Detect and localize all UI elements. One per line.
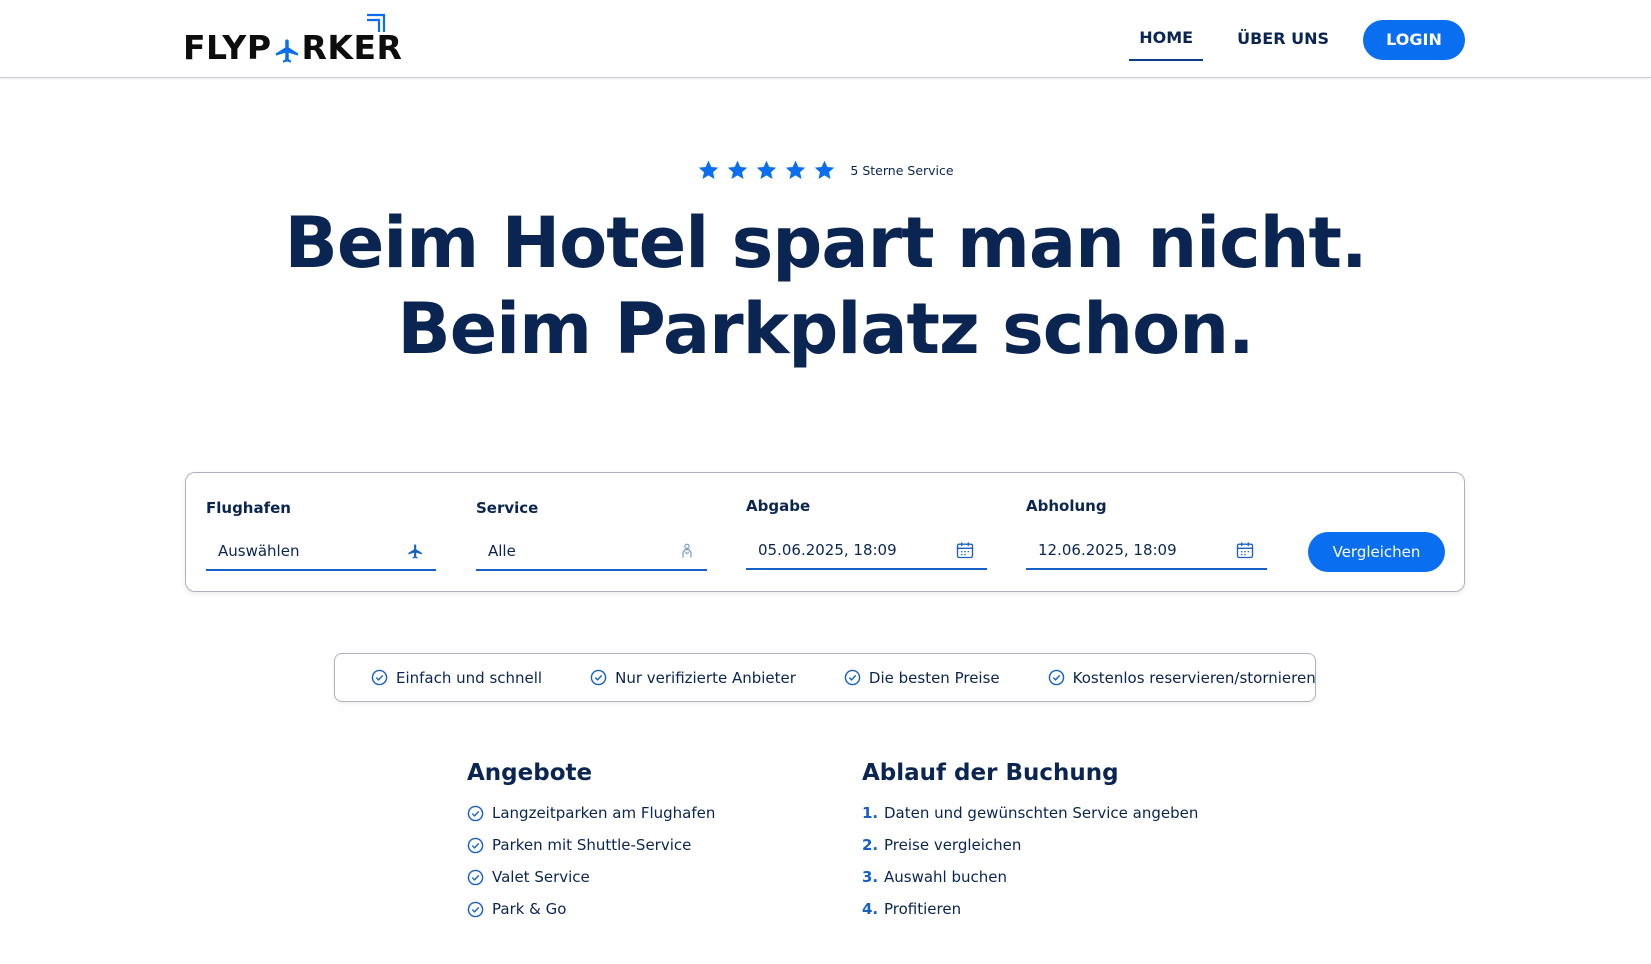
step-number: 3. (862, 868, 879, 886)
feature-bar: Einfach und schnell Nur verifizierte Anb… (334, 653, 1316, 702)
logo-text-start: FLYP (183, 28, 272, 67)
feature-label: Die besten Preise (868, 668, 1000, 687)
step-number: 2. (862, 836, 879, 854)
feature-item: Kostenlos reservieren/stornieren (1048, 669, 1316, 687)
rating: 5 Sterne Service (0, 159, 1651, 181)
list-item: 4. Profitieren (862, 893, 1198, 925)
pickup-label: Abholung (1026, 497, 1107, 515)
main-nav: HOME ÜBER UNS LOGIN (1105, 18, 1465, 61)
list-item: 1. Daten und gewünschten Service angeben (862, 797, 1198, 829)
feature-item: Einfach und schnell (371, 669, 542, 687)
feature-item: Die besten Preise (844, 669, 1000, 687)
offers-title: Angebote (467, 760, 593, 786)
check-circle-icon (467, 869, 484, 885)
offers-section: Angebote Langzeitparken am Flughafen Par… (467, 760, 715, 925)
pickup-value: 12.06.2025, 18:09 (1038, 541, 1177, 559)
process-steps: 1. Daten und gewünschten Service angeben… (862, 797, 1198, 925)
dropoff-value: 05.06.2025, 18:09 (758, 541, 897, 559)
nav-about[interactable]: ÜBER UNS (1227, 19, 1339, 60)
service-value: Alle (488, 542, 516, 560)
offer-label: Valet Service (492, 868, 590, 886)
feature-label: Nur verifizierte Anbieter (615, 668, 796, 687)
list-item: Park & Go (467, 893, 715, 925)
headline-line-1: Beim Hotel spart man nicht. (284, 202, 1367, 284)
check-circle-icon (467, 901, 484, 917)
offers-list: Langzeitparken am Flughafen Parken mit S… (467, 797, 715, 925)
logo-airplane-icon (275, 39, 298, 63)
site-header: FLYP RKER HOME ÜBER UNS LOGIN (0, 0, 1651, 78)
list-item: 3. Auswahl buchen (862, 861, 1198, 893)
step-label: Preise vergleichen (884, 836, 1022, 854)
flyparker-logo[interactable]: FLYP RKER (183, 13, 403, 67)
process-title: Ablauf der Buchung (862, 760, 1119, 786)
step-number: 4. (862, 900, 879, 918)
offer-label: Park & Go (492, 900, 567, 918)
step-label: Daten und gewünschten Service angeben (884, 804, 1199, 822)
check-circle-icon (371, 669, 388, 686)
check-circle-icon (467, 837, 484, 853)
step-number: 1. (862, 804, 879, 822)
airport-label: Flughafen (206, 499, 291, 517)
check-circle-icon (590, 669, 607, 686)
feature-label: Einfach und schnell (396, 668, 543, 687)
list-item: Langzeitparken am Flughafen (467, 797, 715, 829)
step-label: Auswahl buchen (884, 868, 1008, 886)
list-item: 2. Preise vergleichen (862, 829, 1198, 861)
star-icon (786, 160, 806, 179)
compare-button[interactable]: Vergleichen (1308, 532, 1445, 572)
feature-label: Kostenlos reservieren/stornieren (1072, 668, 1316, 687)
airplane-icon (408, 543, 422, 559)
star-icon (757, 160, 777, 179)
login-button[interactable]: LOGIN (1363, 19, 1465, 60)
nav-home[interactable]: HOME (1129, 18, 1204, 61)
calendar-icon (1236, 542, 1254, 559)
airport-value: Auswählen (218, 542, 300, 560)
star-rating (697, 159, 836, 181)
rating-text: 5 Sterne Service (850, 162, 954, 178)
star-icon (699, 160, 719, 179)
check-circle-icon (844, 669, 861, 686)
process-section: Ablauf der Buchung 1. Daten und gewünsch… (862, 760, 1198, 925)
step-label: Profitieren (884, 900, 962, 918)
airport-select[interactable]: Auswählen (206, 533, 436, 571)
star-icon (728, 160, 748, 179)
valet-person-icon (682, 543, 692, 558)
offer-label: Parken mit Shuttle-Service (492, 836, 692, 854)
hero-headline: Beim Hotel spart man nicht. Beim Parkpla… (0, 200, 1651, 372)
offer-label: Langzeitparken am Flughafen (492, 804, 716, 822)
pickup-datetime-input[interactable]: 12.06.2025, 18:09 (1026, 532, 1267, 570)
service-select[interactable]: Alle (476, 533, 707, 571)
check-circle-icon (1048, 669, 1064, 686)
list-item: Parken mit Shuttle-Service (467, 829, 715, 861)
headline-line-2: Beim Parkplatz schon. (397, 288, 1254, 370)
feature-item: Nur verifizierte Anbieter (590, 669, 796, 687)
star-icon (815, 160, 835, 179)
logo-corner-arrows-icon (367, 13, 386, 32)
check-circle-icon (467, 805, 484, 821)
dropoff-datetime-input[interactable]: 05.06.2025, 18:09 (746, 532, 987, 570)
search-form: Flughafen Auswählen Service Alle Abgabe … (185, 472, 1465, 592)
logo-text-end: RKER (301, 28, 403, 67)
dropoff-label: Abgabe (746, 497, 811, 515)
service-label: Service (476, 499, 539, 517)
list-item: Valet Service (467, 861, 715, 893)
calendar-icon (956, 542, 974, 559)
